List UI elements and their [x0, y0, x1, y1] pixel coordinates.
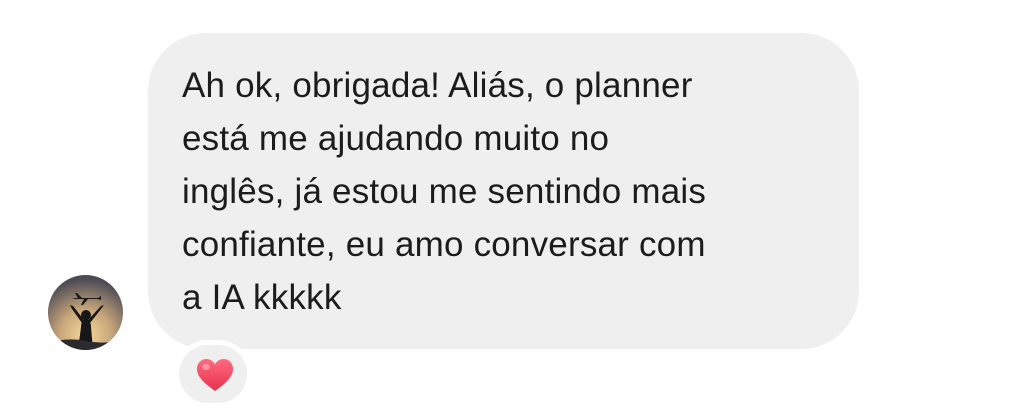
message-line: Ah ok, obrigada! Aliás, o planner: [182, 66, 693, 105]
silhouette-airplane-sunset-icon: [48, 275, 123, 350]
message-line: confiante, eu amo conversar com: [182, 225, 706, 264]
message-line: está me ajudando muito no: [182, 119, 610, 158]
red-heart-icon: [197, 359, 233, 391]
heart-reaction-badge[interactable]: [174, 340, 252, 408]
message-line: a IA kkkkk: [182, 278, 342, 317]
message-line: inglês, já estou me sentindo mais: [182, 172, 707, 211]
sender-avatar[interactable]: [48, 275, 123, 350]
message-bubble[interactable]: Ah ok, obrigada! Aliás, o planner está m…: [148, 33, 859, 349]
message-text: Ah ok, obrigada! Aliás, o planner está m…: [182, 59, 829, 324]
